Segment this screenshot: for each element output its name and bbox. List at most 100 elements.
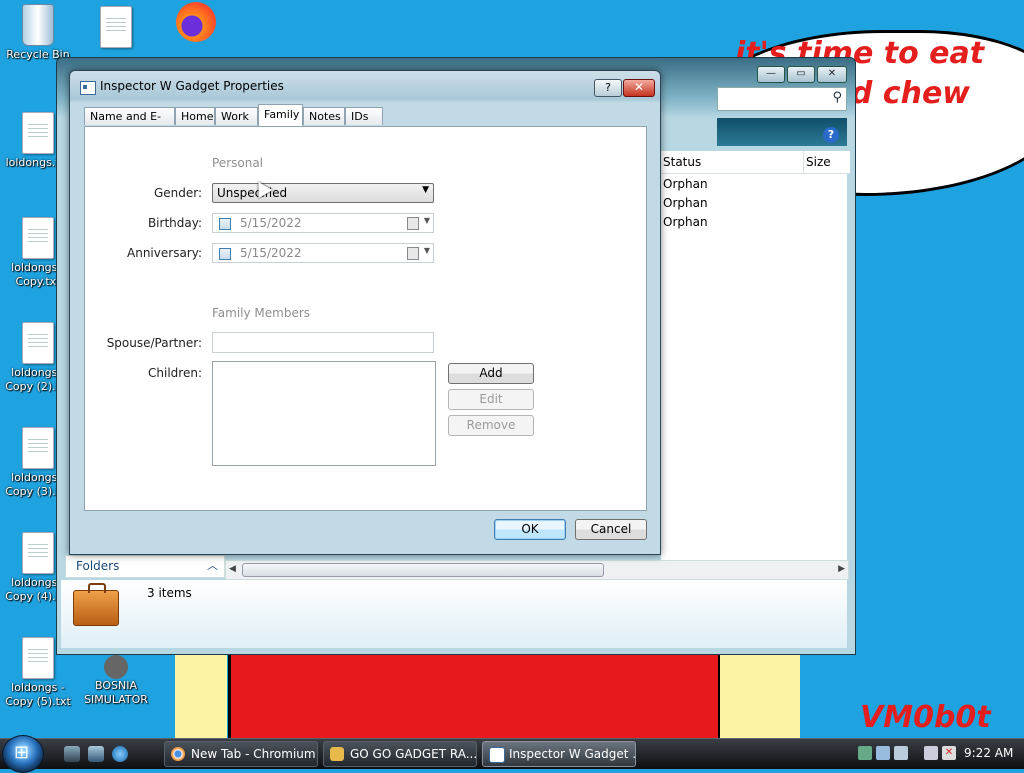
dropdown-arrow-icon[interactable]: ▼ <box>424 246 430 255</box>
search-input[interactable]: ⚲ <box>717 87 847 111</box>
minimize-button[interactable]: — <box>757 66 785 83</box>
volume-muted-icon[interactable]: ✕ <box>942 746 956 760</box>
dropdown-arrow-icon: ▼ <box>422 185 429 195</box>
tab-ids[interactable]: IDs <box>345 107 383 125</box>
table-row-status[interactable]: Orphan <box>661 213 708 232</box>
column-header-status[interactable]: Status <box>661 151 803 174</box>
system-tray: ✕ 9:22 AM <box>848 739 1024 769</box>
tab-work[interactable]: Work <box>215 107 258 125</box>
app-shortcut-icon <box>104 655 128 679</box>
group-heading-personal: Personal <box>212 156 264 170</box>
horizontal-scrollbar[interactable]: ◀ ▶ <box>225 560 849 580</box>
text-file-icon <box>22 322 54 364</box>
internet-explorer-icon[interactable] <box>112 746 128 762</box>
taskbar-button-inspector[interactable]: Inspector W Gadget ... <box>482 741 636 767</box>
table-row-status[interactable]: Orphan <box>661 194 708 213</box>
network-icon[interactable] <box>876 746 890 760</box>
taskbar: New Tab - Chromium GO GO GADGET RA... In… <box>0 735 1024 773</box>
birthday-label: Birthday: <box>147 216 202 230</box>
firefox-icon <box>176 2 216 42</box>
network-icon[interactable] <box>858 746 872 760</box>
tab-family[interactable]: Family <box>258 104 303 126</box>
close-button[interactable]: ✕ <box>623 79 655 97</box>
children-label: Children: <box>148 366 202 380</box>
birthday-checkbox[interactable] <box>219 218 231 230</box>
help-button[interactable]: ? <box>594 79 622 97</box>
properties-dialog[interactable]: Inspector W Gadget Properties ? ✕ Name a… <box>69 70 661 555</box>
scroll-left-icon[interactable]: ◀ <box>229 561 236 578</box>
desktop-icon-label: BOSNIA SIMULATOR <box>84 679 148 706</box>
birthday-value: 5/15/2022 <box>240 216 302 230</box>
text-file-icon <box>22 637 54 679</box>
wallpaper-figure-arm-left <box>175 655 227 740</box>
text-file-icon <box>22 217 54 259</box>
text-file-icon <box>22 427 54 469</box>
taskbar-button-label: Inspector W Gadget ... <box>509 747 636 761</box>
tab-notes[interactable]: Notes <box>303 107 345 125</box>
cancel-button[interactable]: Cancel <box>575 519 647 540</box>
clock[interactable]: 9:22 AM <box>964 746 1013 760</box>
family-tab-panel: Personal Gender: Unspecified ▼ Birthday:… <box>84 126 647 511</box>
recycle-bin-icon <box>22 4 54 46</box>
search-icon: ⚲ <box>832 90 842 105</box>
desktop-icon-firefox[interactable] <box>158 2 234 42</box>
dialog-title: Inspector W Gadget Properties <box>100 79 284 93</box>
remove-child-button[interactable]: Remove <box>448 415 534 436</box>
network-icon[interactable] <box>894 746 908 760</box>
switch-windows-icon[interactable] <box>88 746 104 762</box>
window-controls: — ▭ ✕ <box>757 66 847 83</box>
group-heading-family-members: Family Members <box>212 306 311 320</box>
column-header-size[interactable]: Size <box>803 151 850 174</box>
gender-label: Gender: <box>153 186 202 200</box>
show-desktop-icon[interactable] <box>64 746 80 762</box>
tab-name-and-email[interactable]: Name and E-mail <box>84 107 175 141</box>
maximize-button[interactable]: ▭ <box>787 66 815 83</box>
calendar-icon <box>407 217 419 230</box>
taskbar-button-label: GO GO GADGET RA... <box>350 747 477 761</box>
folders-label: Folders <box>76 559 120 573</box>
help-icon[interactable]: ? <box>823 127 839 143</box>
contact-card-icon <box>80 81 96 95</box>
text-file-icon <box>22 112 54 154</box>
table-row-status[interactable]: Orphan <box>661 175 708 194</box>
anniversary-label: Anniversary: <box>127 246 202 260</box>
details-pane: 3 items <box>61 580 847 648</box>
display-icon[interactable] <box>924 746 938 760</box>
children-list[interactable] <box>212 361 436 466</box>
tab-home[interactable]: Home <box>175 107 215 125</box>
wallpaper-signature: VM0b0t <box>860 700 991 735</box>
add-child-button[interactable]: Add <box>448 363 534 384</box>
taskbar-button-chromium[interactable]: New Tab - Chromium <box>164 741 318 767</box>
spouse-label: Spouse/Partner: <box>106 336 202 350</box>
wallpaper-figure-body <box>228 650 722 740</box>
dropdown-arrow-icon[interactable]: ▼ <box>424 216 430 225</box>
anniversary-checkbox[interactable] <box>219 248 231 260</box>
wallpaper-figure-arm-right <box>718 655 800 740</box>
chevron-up-icon: ︿ <box>207 559 218 572</box>
taskbar-button-label: New Tab - Chromium <box>191 747 316 761</box>
anniversary-value: 5/15/2022 <box>240 246 302 260</box>
birthday-date-picker[interactable]: 5/15/2022 ▼ <box>212 213 434 233</box>
taskbar-button-go-go-gadget[interactable]: GO GO GADGET RA... <box>323 741 477 767</box>
ok-button[interactable]: OK <box>494 519 566 540</box>
desktop-icon-recycle-bin[interactable]: Recycle Bin <box>0 4 76 62</box>
anniversary-date-picker[interactable]: 5/15/2022 ▼ <box>212 243 434 263</box>
start-button[interactable] <box>2 735 44 773</box>
file-list: Status Size Orphan Orphan Orphan <box>661 151 850 561</box>
edit-child-button[interactable]: Edit <box>448 389 534 410</box>
scrollbar-thumb[interactable] <box>242 563 604 577</box>
scroll-right-icon[interactable]: ▶ <box>838 561 845 578</box>
folders-toggle[interactable]: Folders ︿ <box>65 555 225 578</box>
chromium-icon <box>171 747 185 761</box>
desktop-icon-label: loldongs - Copy (5).txt <box>5 681 71 708</box>
item-count: 3 items <box>147 586 192 600</box>
desktop-icon-text-file[interactable] <box>78 6 154 50</box>
desktop-icon-bosnia-simulator[interactable]: BOSNIA SIMULATOR <box>78 655 154 707</box>
close-button[interactable]: ✕ <box>817 66 847 83</box>
calendar-icon <box>407 247 419 260</box>
spouse-input[interactable] <box>212 332 434 353</box>
text-file-icon <box>22 532 54 574</box>
briefcase-icon <box>73 583 119 626</box>
gender-select[interactable]: Unspecified ▼ <box>212 183 434 203</box>
folder-icon <box>330 747 344 761</box>
